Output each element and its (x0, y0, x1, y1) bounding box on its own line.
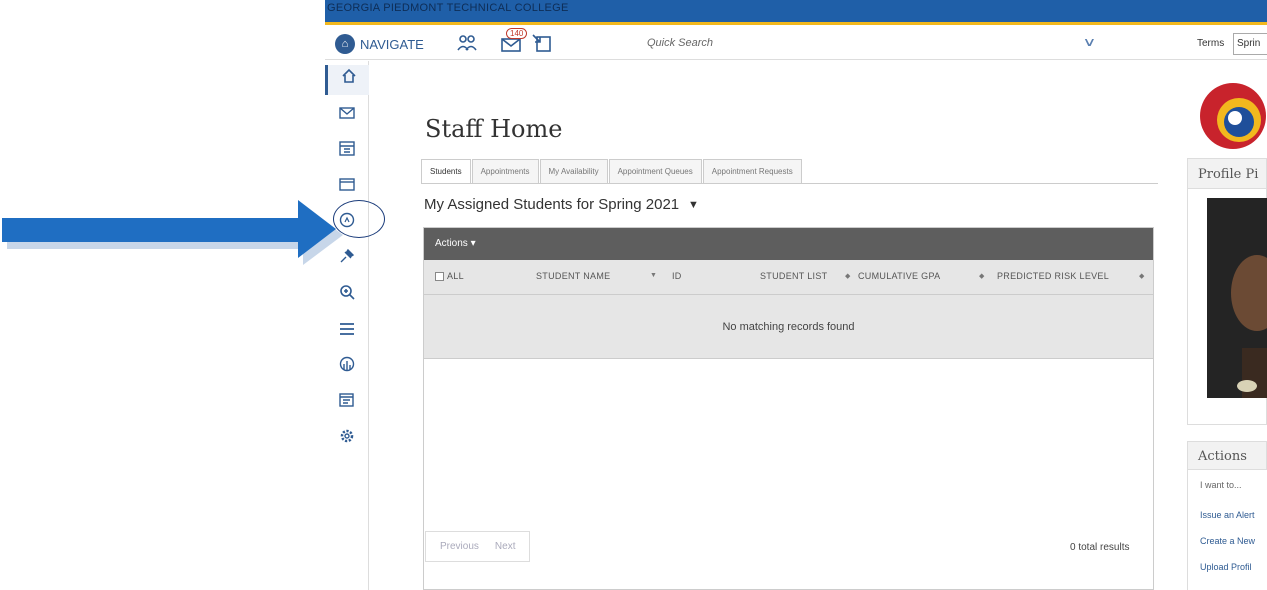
previous-button[interactable]: Previous (426, 532, 493, 561)
search-icon[interactable] (325, 281, 369, 311)
column-predicted-risk[interactable]: PREDICTED RISK LEVEL (997, 271, 1109, 281)
empty-message: No matching records found (424, 295, 1153, 359)
tab-appointment-queues[interactable]: Appointment Queues (608, 159, 702, 183)
issue-alert-link[interactable]: Issue an Alert (1200, 510, 1255, 520)
next-button[interactable]: Next (493, 532, 530, 561)
calendar-list-icon[interactable] (325, 389, 369, 419)
tab-students[interactable]: Students (421, 159, 471, 184)
section-title[interactable]: My Assigned Students for Spring 2021 (424, 196, 679, 213)
app-header: ⌂ NAVIGATE 140 Quick Search ∨ Terms Spri… (325, 28, 1267, 60)
terms-label: Terms (1197, 38, 1225, 49)
brand-logo-icon (1200, 83, 1266, 149)
callout-arrow (2, 200, 343, 265)
navigate-logo-icon[interactable]: ⌂ (335, 34, 355, 54)
users-icon[interactable] (457, 34, 477, 57)
tab-bar: Students Appointments My Availability Ap… (421, 159, 803, 184)
tabs-divider (421, 183, 1158, 184)
college-name: GEORGIA PIEDMONT TECHNICAL COLLEGE (327, 2, 569, 14)
sort-icon[interactable]: ▼ (650, 272, 657, 279)
calendar-icon[interactable] (325, 137, 369, 167)
caret-down-icon[interactable]: ▼ (688, 199, 699, 211)
college-bar: GEORGIA PIEDMONT TECHNICAL COLLEGE (325, 0, 1267, 25)
profile-panel-title: Profile Pi (1187, 158, 1267, 189)
sort-icon[interactable]: ◆ (1139, 272, 1144, 280)
tab-appointments[interactable]: Appointments (471, 159, 539, 183)
profile-panel (1187, 189, 1267, 425)
home-icon[interactable] (325, 65, 369, 95)
sort-icon[interactable]: ◆ (845, 272, 850, 280)
actions-panel-title: Actions (1187, 441, 1267, 470)
settings-icon[interactable] (325, 425, 369, 455)
select-all-checkbox[interactable] (435, 272, 444, 281)
page-title: Staff Home (425, 115, 563, 143)
upload-profile-link[interactable]: Upload Profil (1200, 562, 1252, 572)
list-icon[interactable] (325, 317, 369, 347)
profile-photo (1207, 198, 1267, 398)
students-table: Actions ▾ ALL STUDENT NAME ▼ ID STUDENT … (423, 227, 1154, 590)
message-count-badge: 140 (506, 28, 528, 39)
create-new-link[interactable]: Create a New (1200, 536, 1255, 546)
terms-select[interactable]: Sprin (1233, 33, 1267, 55)
quick-search-input[interactable]: Quick Search (647, 37, 713, 49)
mail-icon[interactable] (325, 101, 369, 131)
quick-add-icon[interactable] (532, 34, 552, 57)
tab-my-availability[interactable]: My Availability (539, 159, 608, 183)
highlight-circle (333, 200, 385, 238)
navigate-label[interactable]: NAVIGATE (360, 37, 424, 52)
tab-appointment-requests[interactable]: Appointment Requests (702, 159, 802, 183)
total-results: 0 total results (1070, 542, 1130, 553)
chevron-down-icon[interactable]: ∨ (1082, 35, 1096, 49)
actions-bar: Actions ▾ (424, 228, 1153, 260)
i-want-to-label: I want to... (1200, 480, 1242, 490)
actions-panel: I want to... Issue an Alert Create a New… (1187, 470, 1267, 590)
column-id[interactable]: ID (672, 271, 682, 281)
table-header: ALL STUDENT NAME ▼ ID STUDENT LIST ◆ CUM… (424, 260, 1153, 295)
actions-dropdown[interactable]: Actions ▾ (435, 238, 476, 249)
left-sidebar (325, 61, 369, 590)
column-all[interactable]: ALL (447, 271, 464, 281)
column-student-list[interactable]: STUDENT LIST (760, 271, 827, 281)
pagination: Previous Next (425, 531, 531, 562)
column-student-name[interactable]: STUDENT NAME (536, 271, 610, 281)
column-cumulative-gpa[interactable]: CUMULATIVE GPA (858, 271, 940, 281)
sort-icon[interactable]: ◆ (979, 272, 984, 280)
analytics-icon[interactable] (325, 353, 369, 383)
